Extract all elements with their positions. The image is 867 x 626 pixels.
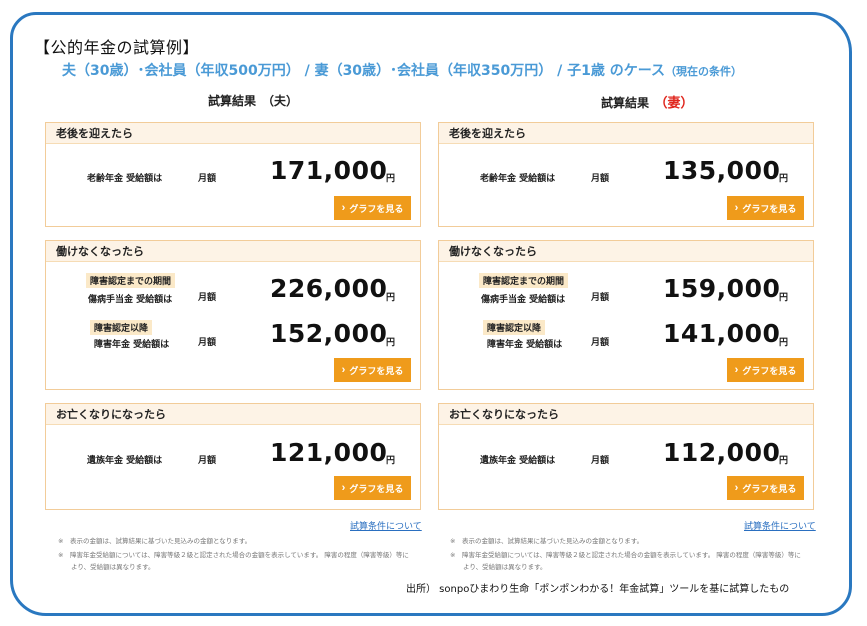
page-title: 【公的年金の試算例】 xyxy=(34,38,200,57)
card-header: お亡くなりになったら xyxy=(46,404,420,425)
before-certification-tag: 障害認定までの期間 xyxy=(479,273,569,288)
chevron-right-icon: › xyxy=(341,363,346,376)
case-description: 夫（30歳）･会社員（年収500万円） / 妻（30歳）･会社員（年収350万円… xyxy=(62,60,742,80)
monthly-label: 月額 xyxy=(198,456,217,466)
footnote: より、受給額は異なります。 xyxy=(58,563,155,571)
survivor-pension-amount: 112,000 xyxy=(663,438,781,467)
monthly-label: 月額 xyxy=(198,174,217,184)
chevron-right-icon: › xyxy=(734,201,739,214)
yen-unit: 円 xyxy=(386,338,396,348)
card-header: 働けなくなったら xyxy=(439,241,813,262)
source-note: 出所） sonpoひまわり生命「ポンポンわかる！年金試算」ツールを基に試算したも… xyxy=(406,584,790,595)
view-graph-button[interactable]: › グラフを見る xyxy=(727,196,804,220)
result-heading-prefix: 試算結果 xyxy=(601,96,650,110)
before-certification-tag: 障害認定までの期間 xyxy=(86,273,176,288)
view-graph-label: グラフを見る xyxy=(742,483,797,494)
wife-old-age-card: 老後を迎えたら 老齢年金 受給額は 月額 135,000 円 › グラフを見る xyxy=(438,122,814,227)
result-heading-person: （妻） xyxy=(661,96,694,111)
survivor-pension-label: 遺族年金 受給額は xyxy=(480,456,556,466)
disability-pension-amount: 141,000 xyxy=(663,319,781,348)
view-graph-button[interactable]: › グラフを見る xyxy=(727,358,804,382)
monthly-label: 月額 xyxy=(198,293,217,303)
sickness-allowance-label: 傷病手当金 受給額は xyxy=(88,295,173,305)
view-graph-button[interactable]: › グラフを見る xyxy=(334,476,411,500)
husband-old-age-card: 老後を迎えたら 老齢年金 受給額は 月額 171,000 円 › グラフを見る xyxy=(45,122,421,227)
footnote: ※ 障害年金受給額については、障害等級２級と認定された場合の金額を表示しています… xyxy=(450,551,801,559)
case-sub: （現在の条件） xyxy=(665,65,743,78)
chevron-right-icon: › xyxy=(734,363,739,376)
view-graph-label: グラフを見る xyxy=(349,483,404,494)
husband-disability-card: 働けなくなったら 障害認定までの期間 傷病手当金 受給額は 月額 226,000… xyxy=(45,240,421,390)
yen-unit: 円 xyxy=(779,456,789,466)
result-heading-wife: 試算結果 （妻） xyxy=(601,92,694,111)
view-graph-button[interactable]: › グラフを見る xyxy=(334,196,411,220)
view-graph-button[interactable]: › グラフを見る xyxy=(334,358,411,382)
yen-unit: 円 xyxy=(386,174,396,184)
view-graph-label: グラフを見る xyxy=(349,203,404,214)
disability-pension-label: 障害年金 受給額は xyxy=(487,340,563,350)
yen-unit: 円 xyxy=(386,293,396,303)
husband-death-card: お亡くなりになったら 遺族年金 受給額は 月額 121,000 円 › グラフを見… xyxy=(45,403,421,510)
result-heading-prefix: 試算結果 xyxy=(208,94,257,108)
disability-pension-label: 障害年金 受給額は xyxy=(94,340,170,350)
survivor-pension-amount: 121,000 xyxy=(270,438,388,467)
after-certification-tag: 障害認定以降 xyxy=(483,320,546,335)
monthly-label: 月額 xyxy=(591,338,610,348)
monthly-label: 月額 xyxy=(591,174,610,184)
wife-death-card: お亡くなりになったら 遺族年金 受給額は 月額 112,000 円 › グラフを見… xyxy=(438,403,814,510)
yen-unit: 円 xyxy=(779,338,789,348)
old-age-pension-label: 老齢年金 受給額は xyxy=(87,174,163,184)
chevron-right-icon: › xyxy=(734,481,739,494)
case-main: 夫（30歳）･会社員（年収500万円） / 妻（30歳）･会社員（年収350万円… xyxy=(62,63,666,79)
footnote: ※ 表示の金額は、試算結果に基づいた見込みの金額となります。 xyxy=(450,537,644,545)
footnote: より、受給額は異なります。 xyxy=(450,563,547,571)
view-graph-button[interactable]: › グラフを見る xyxy=(727,476,804,500)
view-graph-label: グラフを見る xyxy=(742,203,797,214)
chevron-right-icon: › xyxy=(341,481,346,494)
view-graph-label: グラフを見る xyxy=(742,365,797,376)
monthly-label: 月額 xyxy=(591,293,610,303)
monthly-label: 月額 xyxy=(591,456,610,466)
result-heading-husband: 試算結果 （夫） xyxy=(208,92,298,109)
survivor-pension-label: 遺族年金 受給額は xyxy=(87,456,163,466)
sickness-allowance-label: 傷病手当金 受給額は xyxy=(481,295,566,305)
yen-unit: 円 xyxy=(779,293,789,303)
card-header: 老後を迎えたら xyxy=(46,123,420,144)
after-certification-tag: 障害認定以降 xyxy=(90,320,153,335)
old-age-amount: 171,000 xyxy=(270,156,388,185)
footnote: ※ 表示の金額は、試算結果に基づいた見込みの金額となります。 xyxy=(58,537,252,545)
conditions-link[interactable]: 試算条件について xyxy=(350,519,422,532)
old-age-pension-label: 老齢年金 受給額は xyxy=(480,174,556,184)
monthly-label: 月額 xyxy=(198,338,217,348)
old-age-amount: 135,000 xyxy=(663,156,781,185)
yen-unit: 円 xyxy=(386,456,396,466)
footnote: ※ 障害年金受給額については、障害等級２級と認定された場合の金額を表示しています… xyxy=(58,551,409,559)
card-header: 老後を迎えたら xyxy=(439,123,813,144)
result-heading-person: （夫） xyxy=(268,94,299,108)
disability-pension-amount: 152,000 xyxy=(270,319,388,348)
yen-unit: 円 xyxy=(779,174,789,184)
chevron-right-icon: › xyxy=(341,201,346,214)
card-header: お亡くなりになったら xyxy=(439,404,813,425)
sickness-allowance-amount: 226,000 xyxy=(270,274,388,303)
card-header: 働けなくなったら xyxy=(46,241,420,262)
view-graph-label: グラフを見る xyxy=(349,365,404,376)
conditions-link[interactable]: 試算条件について xyxy=(744,519,816,532)
sickness-allowance-amount: 159,000 xyxy=(663,274,781,303)
wife-disability-card: 働けなくなったら 障害認定までの期間 傷病手当金 受給額は 月額 159,000… xyxy=(438,240,814,390)
